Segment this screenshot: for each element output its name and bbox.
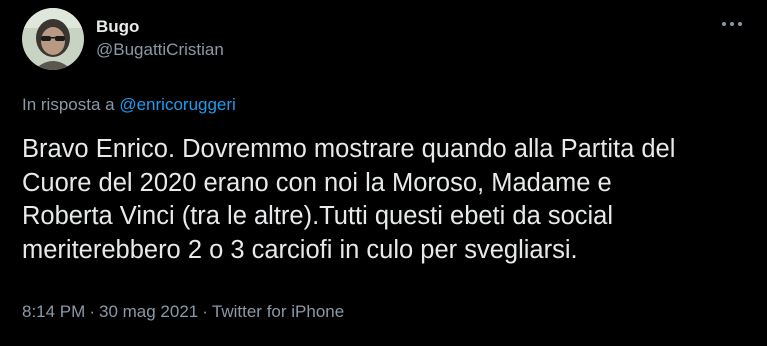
tweet-text: Bravo Enrico. Dovremmo mostrare quando a… [22, 133, 757, 267]
meta-separator: · [202, 302, 208, 321]
reply-prefix: In risposta a [22, 95, 115, 114]
tweet-metadata: 8:14 PM · 30 mag 2021 · Twitter for iPhone [22, 301, 344, 323]
tweet-time[interactable]: 8:14 PM [22, 302, 85, 321]
avatar-image [22, 8, 84, 70]
tweet-text-line: Roberta Vinci (tra le altre).Tutti quest… [22, 202, 614, 230]
more-options-button[interactable] [719, 14, 745, 34]
user-handle[interactable]: @BugattiCristian [96, 39, 224, 61]
reply-context: In risposta a @enricoruggeri [22, 94, 236, 116]
tweet-header: Bugo @BugattiCristian [22, 8, 224, 70]
tweet-text-line: Bravo Enrico. Dovremmo mostrare quando a… [22, 135, 676, 163]
reply-mention-link[interactable]: @enricoruggeri [119, 95, 235, 114]
user-names: Bugo @BugattiCristian [96, 17, 224, 61]
tweet-card: Bugo @BugattiCristian In risposta a @enr… [0, 0, 767, 346]
tweet-text-line: meriterebbero 2 o 3 carciofi in culo per… [22, 235, 578, 264]
tweet-source-link[interactable]: Twitter for iPhone [212, 302, 344, 321]
display-name[interactable]: Bugo [96, 17, 224, 37]
tweet-text-line: Cuore del 2020 erano con noi la Moroso, … [22, 168, 612, 197]
tweet-date[interactable]: 30 mag 2021 [99, 302, 198, 321]
meta-separator: · [89, 302, 95, 321]
more-horizontal-icon [722, 22, 742, 26]
avatar[interactable] [22, 8, 84, 70]
